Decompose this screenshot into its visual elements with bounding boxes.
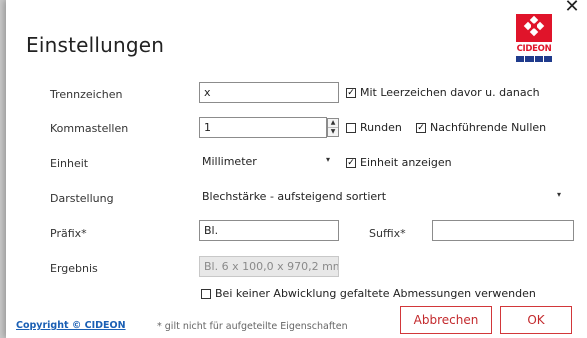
round-label: Runden bbox=[360, 121, 402, 134]
footnote: * gilt nicht für aufgeteilte Eigenschaft… bbox=[157, 321, 348, 332]
cancel-button[interactable]: Abbrechen bbox=[400, 306, 492, 334]
separator-input[interactable]: x bbox=[199, 82, 339, 103]
separator-spaces-label: Mit Leerzeichen davor u. danach bbox=[360, 86, 540, 99]
suffix-input[interactable] bbox=[432, 220, 574, 241]
result-label: Ergebnis bbox=[50, 262, 98, 275]
chevron-down-icon[interactable]: ▾ bbox=[557, 190, 561, 199]
logo-bars bbox=[516, 56, 552, 62]
show-unit-label: Einheit anzeigen bbox=[360, 156, 452, 169]
stepper-down-icon[interactable]: ▼ bbox=[328, 127, 338, 136]
logo-emblem bbox=[516, 14, 552, 42]
logo-diamond-icon bbox=[523, 15, 545, 37]
close-icon[interactable]: ✕ bbox=[563, 0, 581, 16]
no-unfold-checkbox[interactable]: Bei keiner Abwicklung gefaltete Abmessun… bbox=[201, 287, 536, 300]
no-unfold-label: Bei keiner Abwicklung gefaltete Abmessun… bbox=[215, 287, 536, 300]
checkbox-box[interactable]: ✓ bbox=[416, 122, 426, 133]
separator-label: Trennzeichen bbox=[50, 88, 123, 101]
settings-dialog: ✕ Einstellungen CIDEON Trennzeichen x ✓ … bbox=[6, 0, 587, 338]
copyright-link[interactable]: Copyright © CIDEON bbox=[16, 320, 126, 331]
trailing-zeros-label: Nachführende Nullen bbox=[430, 121, 547, 134]
separator-spaces-checkbox[interactable]: ✓ Mit Leerzeichen davor u. danach bbox=[346, 86, 540, 99]
checkbox-box[interactable]: ✓ bbox=[346, 157, 356, 168]
round-checkbox[interactable]: Runden bbox=[346, 121, 402, 134]
prefix-label: Präfix* bbox=[50, 227, 87, 240]
suffix-label: Suffix* bbox=[369, 227, 406, 240]
show-unit-checkbox[interactable]: ✓ Einheit anzeigen bbox=[346, 156, 452, 169]
checkbox-box[interactable] bbox=[346, 122, 356, 133]
chevron-down-icon[interactable]: ▾ bbox=[326, 155, 330, 164]
unit-label: Einheit bbox=[50, 157, 89, 170]
logo-wordmark: CIDEON bbox=[516, 44, 552, 54]
cideon-logo: CIDEON bbox=[516, 14, 552, 68]
ok-button[interactable]: OK bbox=[500, 306, 572, 334]
checkbox-box[interactable]: ✓ bbox=[346, 87, 356, 98]
result-field: Bl. 6 x 100,0 x 970,2 mm bbox=[199, 256, 339, 277]
decimals-input[interactable]: 1 bbox=[199, 117, 327, 138]
decimals-stepper[interactable]: ▲ ▼ bbox=[327, 118, 339, 137]
prefix-input[interactable]: Bl. bbox=[199, 220, 339, 241]
unit-select[interactable]: Millimeter bbox=[202, 155, 257, 168]
decimals-label: Kommastellen bbox=[50, 122, 129, 135]
display-select[interactable]: Blechstärke - aufsteigend sortiert bbox=[202, 190, 386, 203]
dialog-title: Einstellungen bbox=[26, 33, 165, 57]
stepper-up-icon[interactable]: ▲ bbox=[328, 119, 338, 127]
trailing-zeros-checkbox[interactable]: ✓ Nachführende Nullen bbox=[416, 121, 546, 134]
display-label: Darstellung bbox=[50, 192, 114, 205]
checkbox-box[interactable] bbox=[201, 288, 211, 299]
